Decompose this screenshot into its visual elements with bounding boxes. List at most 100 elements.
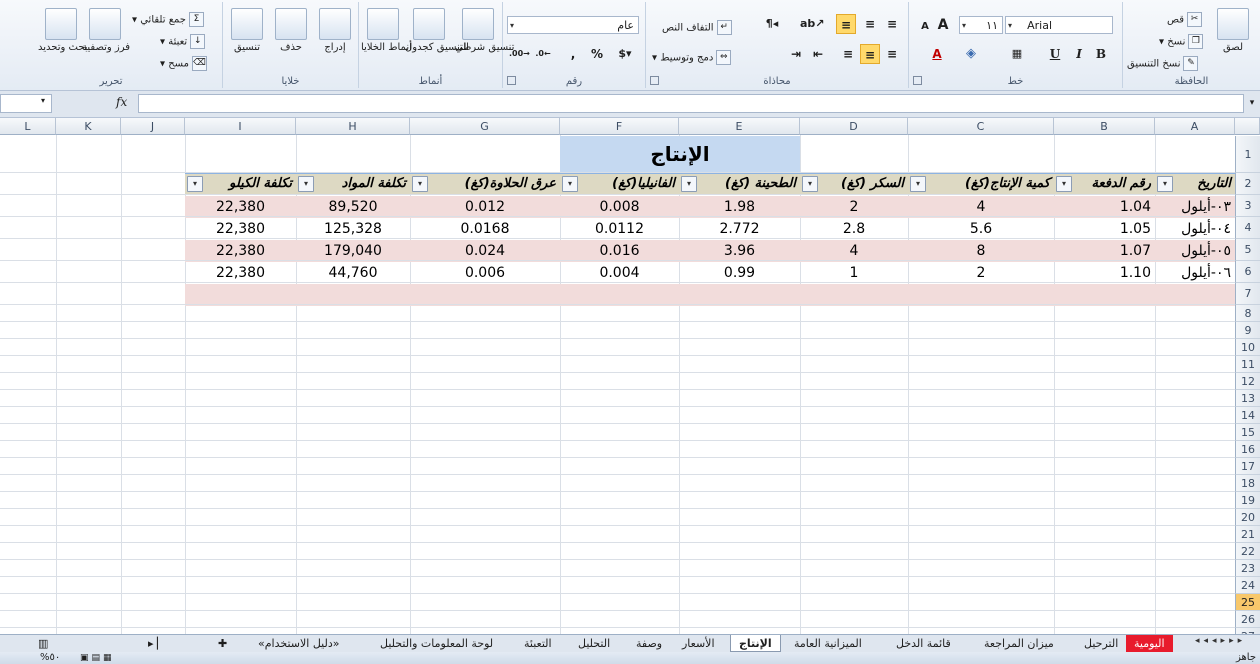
cell-tahini[interactable]: 2.772 — [679, 218, 800, 240]
table-header-material-cost[interactable]: تكلفة المواد ▾ — [296, 173, 410, 195]
column-header-j[interactable]: J — [121, 118, 185, 135]
cut-button[interactable]: قص ✂ — [1167, 12, 1203, 27]
filter-dropdown-icon[interactable]: ▾ — [681, 176, 697, 192]
row-header-5[interactable]: 5 — [1235, 239, 1260, 261]
cell-quantity[interactable]: 2 — [908, 262, 1054, 284]
cell-sugar[interactable]: 4 — [800, 240, 908, 262]
sort-filter-button[interactable]: فرز وتصفية — [82, 8, 130, 54]
format-as-table-button[interactable]: التنسيق كجدول — [405, 8, 469, 54]
table-header-tahini[interactable]: الطحينة (كغ) ▾ — [679, 173, 800, 195]
align-middle-icon[interactable]: ≡ — [860, 14, 880, 34]
cell-vanilla[interactable]: 0.008 — [560, 196, 679, 218]
cell-tahini[interactable]: 0.99 — [679, 262, 800, 284]
row-header-25[interactable]: 25 — [1235, 594, 1260, 611]
filter-dropdown-icon[interactable]: ▾ — [412, 176, 428, 192]
increase-decimal-icon[interactable]: .0← — [533, 44, 553, 64]
cell-material-cost[interactable]: 44,760 — [296, 262, 410, 284]
bold-button[interactable]: B — [1091, 44, 1111, 64]
tab-income-statement[interactable]: قائمة الدخل — [888, 635, 959, 652]
merge-center-button[interactable]: ▾ دمج وتوسيط ⇔ — [652, 50, 732, 65]
horizontal-scroll-arrows[interactable]: ▸ ▏ — [140, 635, 173, 652]
fill-color-icon[interactable]: ◈ — [961, 44, 981, 64]
table-header-date[interactable]: التاريخ ▾ — [1155, 173, 1235, 195]
align-top-icon[interactable]: ≡ — [882, 14, 902, 34]
find-select-button[interactable]: بحث وتحديد — [38, 8, 88, 54]
row-header-16[interactable]: 16 — [1235, 441, 1260, 458]
row-header-19[interactable]: 19 — [1235, 492, 1260, 509]
column-header-g[interactable]: G — [410, 118, 560, 135]
autosum-button[interactable]: ▾ جمع تلقائي Σ — [132, 12, 204, 27]
row-header-26[interactable]: 26 — [1235, 611, 1260, 628]
cell-kilo-cost[interactable]: 22,380 — [185, 240, 296, 262]
formula-input[interactable] — [138, 94, 1244, 113]
cell-halawa-root[interactable]: 0.012 — [410, 196, 560, 218]
fx-icon[interactable]: fx — [116, 95, 127, 109]
table-header-sugar[interactable]: السكر (كغ) ▾ — [800, 173, 908, 195]
tab-recipe[interactable]: وصفة — [628, 635, 670, 652]
column-header-d[interactable]: D — [800, 118, 908, 135]
row-header-3[interactable]: 3 — [1235, 195, 1260, 217]
cell-date[interactable]: ٠٦-أيلول — [1155, 262, 1235, 284]
rtl-icon[interactable]: ¶◂ — [762, 14, 782, 34]
align-bottom-icon[interactable]: ≡ — [836, 14, 856, 34]
cell-sugar[interactable]: 1 — [800, 262, 908, 284]
comma-button[interactable]: , — [563, 44, 583, 64]
cell-kilo-cost[interactable]: 22,380 — [185, 262, 296, 284]
italic-button[interactable]: I — [1069, 44, 1089, 64]
filter-dropdown-icon[interactable]: ▾ — [1056, 176, 1072, 192]
row-header-8[interactable]: 8 — [1235, 305, 1260, 322]
cell-kilo-cost[interactable]: 22,380 — [185, 218, 296, 240]
font-size-combo[interactable]: ▾ ١١ — [959, 16, 1003, 34]
cell-vanilla[interactable]: 0.004 — [560, 262, 679, 284]
font-name-combo[interactable]: ▾ Arial — [1005, 16, 1113, 34]
filter-dropdown-icon[interactable]: ▾ — [1157, 176, 1173, 192]
row-header-15[interactable]: 15 — [1235, 424, 1260, 441]
paste-button[interactable]: لصق — [1211, 8, 1255, 54]
decrease-indent-icon[interactable]: ⇤ — [808, 44, 828, 64]
column-header-b[interactable]: B — [1054, 118, 1155, 135]
number-dialog-launcher[interactable] — [507, 76, 516, 85]
column-header-c[interactable]: C — [908, 118, 1054, 135]
column-header-l[interactable]: L — [0, 118, 56, 135]
align-right-icon[interactable]: ≡ — [882, 44, 902, 64]
filter-dropdown-icon[interactable]: ▾ — [187, 176, 203, 192]
cell-quantity[interactable]: 4 — [908, 196, 1054, 218]
format-cells-button[interactable]: تنسيق — [227, 8, 267, 54]
wrap-text-button[interactable]: التفاف النص ↵ — [662, 20, 732, 35]
font-color-icon[interactable]: A — [927, 44, 947, 64]
clear-button[interactable]: ▾ مسح ⌫ — [160, 56, 207, 71]
row-header-20[interactable]: 20 — [1235, 509, 1260, 526]
tab-navigation-icon[interactable]: ◂◂◂▸▸▸ — [1195, 636, 1246, 646]
shrink-font-button[interactable]: A — [915, 17, 935, 37]
insert-sheet-icon[interactable]: ✚ — [210, 635, 235, 652]
cell-material-cost[interactable]: 125,328 — [296, 218, 410, 240]
row-header-18[interactable]: 18 — [1235, 475, 1260, 492]
align-left-icon[interactable]: ≡ — [838, 44, 858, 64]
column-header-f[interactable]: F — [560, 118, 679, 135]
column-header-e[interactable]: E — [679, 118, 800, 135]
cell-quantity[interactable]: 8 — [908, 240, 1054, 262]
currency-icon[interactable]: $▾ — [615, 44, 635, 64]
cell-tahini[interactable]: 1.98 — [679, 196, 800, 218]
tab-packaging[interactable]: التعبئة — [516, 635, 560, 652]
tab-journal[interactable]: اليومية — [1126, 635, 1173, 652]
table-header-halawa-root[interactable]: عرق الحلاوة(كغ) ▾ — [410, 173, 560, 195]
column-header-k[interactable]: K — [56, 118, 121, 135]
cell-material-cost[interactable]: 179,040 — [296, 240, 410, 262]
page-view-icons[interactable]: ▣▤▦ — [80, 653, 115, 663]
row-header-14[interactable]: 14 — [1235, 407, 1260, 424]
row-header-2[interactable]: 2 — [1235, 173, 1260, 195]
tab-trial-balance[interactable]: ميزان المراجعة — [976, 635, 1062, 652]
row-header-12[interactable]: 12 — [1235, 373, 1260, 390]
name-box[interactable]: ▾ — [0, 94, 52, 113]
row-header-22[interactable]: 22 — [1235, 543, 1260, 560]
row-header-21[interactable]: 21 — [1235, 526, 1260, 543]
cell-halawa-root[interactable]: 0.0168 — [410, 218, 560, 240]
align-center-icon[interactable]: ≡ — [860, 44, 880, 64]
expand-formula-icon[interactable]: ▾ — [1245, 94, 1259, 113]
table-header-quantity[interactable]: كمية الإنتاج(كغ) ▾ — [908, 173, 1054, 195]
percent-button[interactable]: % — [587, 44, 607, 64]
zoom-level[interactable]: %٥٠ — [40, 652, 60, 664]
row-header-6[interactable]: 6 — [1235, 261, 1260, 283]
horizontal-scrollbar[interactable]: ▥ — [30, 635, 56, 652]
